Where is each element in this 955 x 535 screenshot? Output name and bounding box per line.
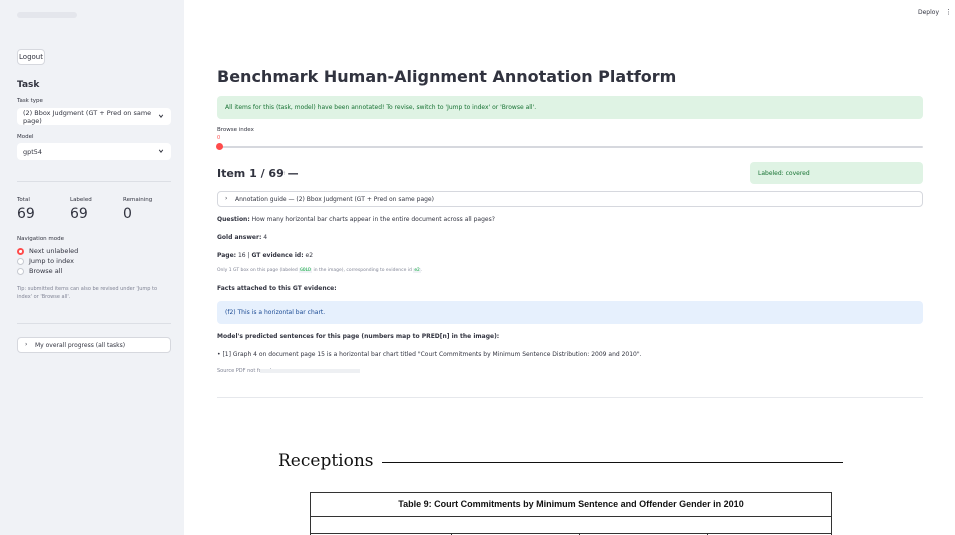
stat-remaining-label: Remaining [123,197,153,203]
slider-handle[interactable] [216,143,223,150]
sidebar-divider [17,181,171,182]
task-type-value: (2) Bbox Judgment (GT + Pred on same pag… [23,108,152,125]
labeled-status-badge: Labeled: covered [750,162,923,184]
source-path-faint [260,369,360,373]
task-type-label: Task type [17,98,43,104]
expander-label: Annotation guide — (2) Bbox Judgment (GT… [235,195,434,203]
task-type-select[interactable]: (2) Bbox Judgment (GT + Pred on same pag… [17,108,171,125]
chevron-down-icon [158,149,164,153]
radio-unselected-icon [17,267,24,275]
chevron-right-icon: › [225,195,228,202]
model-value: gpt54 [23,147,43,156]
sidebar-collapse-area [17,12,77,18]
page-value: 16 [237,252,246,259]
pdf-table-rule [311,533,831,534]
pdf-table-caption: Table 9: Court Commitments by Minimum Se… [398,499,744,509]
pdf-table-rule [311,516,831,517]
page-title: Benchmark Human-Alignment Annotation Pla… [217,67,677,86]
success-message: All items for this (task, model) have be… [225,104,537,111]
model-label: Model [17,134,34,140]
pred-heading-text: Model's predicted sentences for this pag… [217,333,500,340]
stat-remaining-value: 0 [123,206,132,222]
evidence-code-label: e2 [413,268,421,273]
pred-list-item: • [1] Graph 4 on document page 15 is a h… [217,351,642,358]
stat-total-value: 69 [17,206,35,222]
item-heading: Item 1 / 69 — [217,167,299,180]
chevron-down-icon [158,114,164,118]
radio-label: Next unlabeled [29,247,79,255]
browse-index-slider[interactable] [219,146,923,148]
labeled-status-text: Labeled: covered [758,169,810,177]
gold-answer-line: Gold answer: 4 [217,234,267,241]
stat-total-label: Total [17,197,30,203]
stat-labeled-value: 69 [70,206,88,222]
deploy-button[interactable]: Deploy [918,9,939,16]
page-label: Page: [217,252,237,259]
browse-index-label: Browse index [217,127,254,133]
fact-info-box: (f2) This is a horizontal bar chart. [217,301,923,324]
gt-box-note: Only 1 GT box on this page (labeled GOLD… [217,268,422,273]
radio-browse-all[interactable]: Browse all [17,267,62,275]
pred-heading: Model's predicted sentences for this pag… [217,333,499,340]
pdf-section-heading: Receptions [278,451,374,471]
radio-unselected-icon [17,257,24,265]
content-divider [217,397,923,398]
navigation-tip: Tip: submitted items can also be revised… [17,286,158,300]
facts-heading-text: Facts attached to this GT evidence: [217,285,337,292]
gt-box-note-text: Only 1 GT box on this page (labeled [217,268,298,273]
main-menu-icon[interactable]: ⋮ [945,8,952,16]
expander-label: My overall progress (all tasks) [35,341,126,349]
overall-progress-expander[interactable]: › My overall progress (all tasks) [17,337,171,353]
gold-answer-label: Gold answer: [217,234,262,241]
facts-heading: Facts attached to this GT evidence: [217,285,337,292]
radio-selected-icon [17,247,24,255]
annotation-guide-expander[interactable]: › Annotation guide — (2) Bbox Judgment (… [217,191,923,207]
item-heading-suffix: ↑ [282,171,287,177]
pdf-heading-rule [382,462,843,463]
sidebar: Logout Task Task type (2) Bbox Judgment … [0,0,184,535]
task-section-title: Task [17,80,40,90]
gt-box-note-text: in the image), corresponding to evidence… [313,268,412,273]
fact-text: (f2) This is a horizontal bar chart. [225,309,326,316]
pdf-table: Table 9: Court Commitments by Minimum Se… [310,492,832,535]
question-text: How many horizontal bar charts appear in… [251,216,495,223]
radio-next-unlabeled[interactable]: Next unlabeled [17,247,78,255]
gt-evidence-value: e2 [305,252,314,259]
navigation-mode-label: Navigation mode [17,236,65,242]
gold-answer-value: 4 [263,234,268,241]
chevron-right-icon: › [25,341,28,348]
page-evidence-line: Page: 16 | GT evidence id: e2 [217,252,314,259]
success-alert: All items for this (task, model) have be… [217,96,923,119]
stat-labeled-label: Labeled [70,197,92,203]
pred-sentence: [1] Graph 4 on document page 15 is a hor… [222,351,642,358]
question-line: Question: How many horizontal bar charts… [217,216,495,223]
gold-code-label: GOLD [299,268,312,273]
radio-label: Jump to index [29,257,74,265]
gt-box-note-text: . [420,268,423,273]
gt-evidence-label: GT evidence id: [251,252,304,259]
radio-jump-to-index[interactable]: Jump to index [17,257,74,265]
question-label: Question: [217,216,250,223]
model-select[interactable]: gpt54 [17,143,171,160]
sidebar-divider [17,323,171,324]
browse-index-value: 0 [217,135,221,141]
logout-button[interactable]: Logout [17,49,45,65]
radio-label: Browse all [29,267,63,275]
